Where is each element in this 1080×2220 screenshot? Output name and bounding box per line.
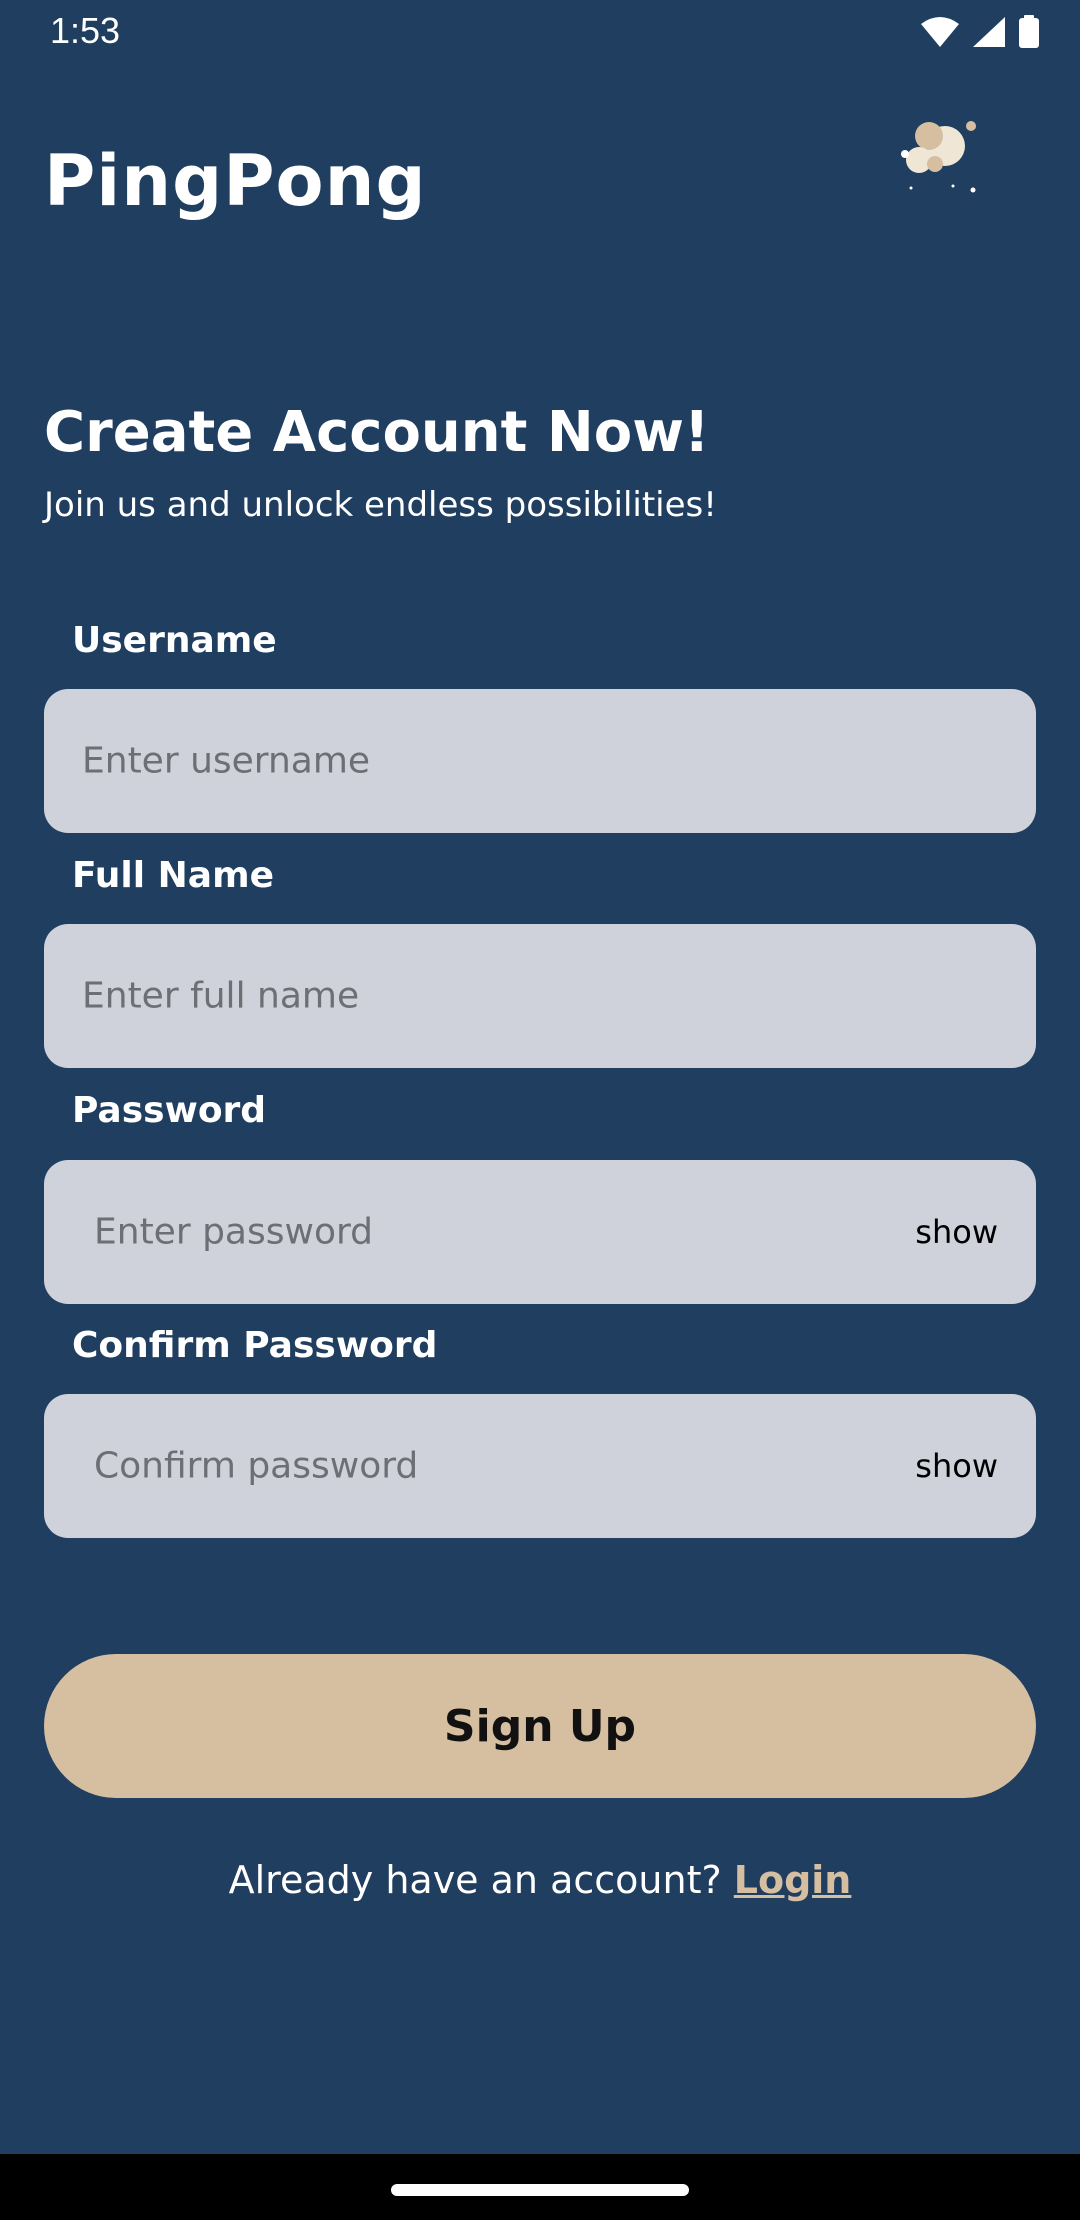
confirm-password-input[interactable]: Confirm password show [44, 1394, 1036, 1538]
page-title: Create Account Now! [44, 400, 710, 465]
app-header: PingPong [44, 121, 1044, 240]
full-name-input[interactable]: Enter full name [44, 924, 1036, 1068]
username-input[interactable]: Enter username [44, 689, 1036, 833]
login-prompt-text: Already have an account? [228, 1858, 722, 1902]
password-placeholder: Enter password [94, 1211, 373, 1253]
status-time: 1:53 [50, 10, 121, 51]
battery-icon [1019, 15, 1039, 48]
cellular-signal-icon [973, 17, 1005, 47]
home-gesture-handle[interactable] [391, 2184, 689, 2196]
status-icons [920, 14, 1040, 50]
page-subtitle: Join us and unlock endless possibilities… [44, 485, 717, 525]
app-title: PingPong [44, 140, 427, 222]
full-name-placeholder: Enter full name [82, 975, 360, 1017]
sign-up-button[interactable]: Sign Up [44, 1654, 1036, 1798]
confirm-password-show-toggle[interactable]: show [915, 1447, 998, 1485]
login-prompt: Already have an account? Login [0, 1858, 1080, 1902]
password-label: Password [72, 1090, 267, 1131]
sign-up-button-label: Sign Up [443, 1700, 637, 1752]
password-input[interactable]: Enter password show [44, 1160, 1036, 1304]
wifi-icon [921, 17, 959, 47]
password-show-toggle[interactable]: show [915, 1213, 998, 1251]
login-link[interactable]: Login [734, 1858, 852, 1902]
bubbles-logo-icon [901, 121, 976, 193]
confirm-password-placeholder: Confirm password [94, 1445, 419, 1487]
username-label: Username [72, 620, 277, 661]
confirm-password-label: Confirm Password [72, 1325, 438, 1366]
system-nav-bar [0, 2154, 1080, 2220]
status-bar: 1:53 [0, 0, 1080, 68]
full-name-label: Full Name [72, 855, 274, 896]
username-placeholder: Enter username [82, 740, 371, 782]
